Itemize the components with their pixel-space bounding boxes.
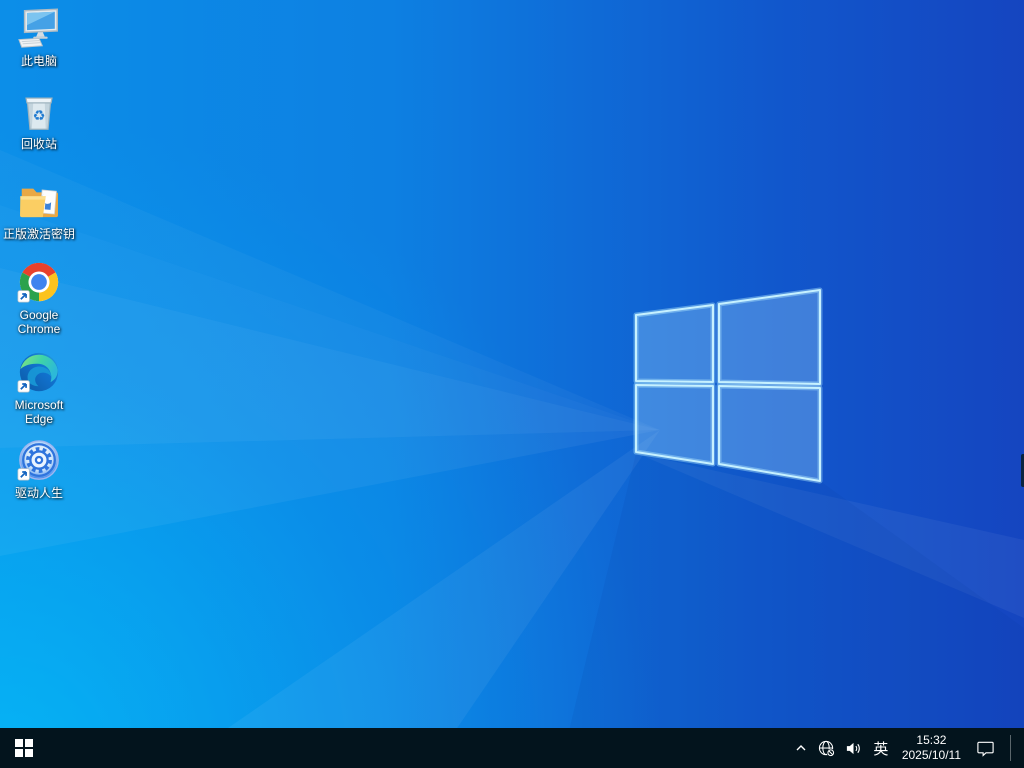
recycle-bin-icon: ♻ — [16, 89, 62, 135]
taskbar-empty-area — [48, 728, 789, 768]
taskbar-clock[interactable]: 15:32 2025/10/11 — [895, 728, 968, 768]
network-status-button[interactable] — [813, 728, 840, 768]
network-globe-offline-icon — [818, 740, 835, 757]
windows-start-icon — [15, 739, 33, 757]
show-desktop-button[interactable] — [1013, 728, 1024, 768]
desktop-icon-this-pc[interactable]: 此电脑 — [1, 6, 77, 68]
action-center-button[interactable] — [968, 728, 1002, 768]
ime-language-button[interactable]: 英 — [867, 728, 895, 768]
icon-label: Chrome — [17, 322, 61, 336]
icon-label: Microsoft — [14, 398, 64, 412]
icon-label: 正版激活密钥 — [2, 227, 75, 241]
start-button[interactable] — [0, 728, 48, 768]
desktop-icon-recycle-bin[interactable]: ♻ 回收站 — [1, 89, 77, 151]
show-desktop-separator — [1010, 735, 1011, 761]
taskbar: 英 15:32 2025/10/11 — [0, 728, 1024, 768]
driver-life-icon — [16, 438, 62, 484]
shortcut-arrow-badge — [17, 290, 30, 303]
icon-label: 驱动人生 — [14, 486, 63, 500]
desktop-icon-microsoft-edge[interactable]: Microsoft Edge — [1, 350, 77, 426]
icon-label: 回收站 — [20, 137, 57, 151]
desktop-icon-google-chrome[interactable]: Google Chrome — [1, 260, 77, 336]
google-chrome-icon — [16, 260, 62, 306]
icon-label: Google — [19, 308, 59, 322]
desktop-icon-activation-key[interactable]: 正版激活密钥 — [1, 179, 77, 241]
action-center-icon — [976, 741, 994, 757]
desktop-wallpaper: 此电脑 ♻ 回收站 正版激活密钥 Google Chrome Microsoft… — [0, 0, 1024, 768]
clock-time: 15:32 — [916, 733, 947, 747]
this-pc-icon — [16, 6, 62, 52]
icon-label: 此电脑 — [20, 54, 57, 68]
windows-logo-wallpaper — [633, 287, 823, 484]
shortcut-arrow-badge — [17, 468, 30, 481]
activation-key-folder-icon — [16, 179, 62, 225]
chevron-up-icon — [796, 745, 806, 751]
microsoft-edge-icon — [16, 350, 62, 396]
clock-date: 2025/10/11 — [901, 748, 961, 762]
desktop-icon-driver-life[interactable]: 驱动人生 — [1, 438, 77, 500]
speaker-icon — [846, 742, 860, 754]
ime-language-label: 英 — [873, 740, 889, 758]
icon-label: Edge — [24, 412, 54, 426]
wallpaper-light-rays-and-logo — [0, 205, 1024, 768]
volume-button[interactable] — [840, 728, 867, 768]
system-tray: 英 15:32 2025/10/11 — [789, 728, 1024, 768]
hidden-icons-button[interactable] — [789, 728, 813, 768]
shortcut-arrow-badge — [17, 380, 30, 393]
svg-text:♻: ♻ — [33, 109, 46, 125]
